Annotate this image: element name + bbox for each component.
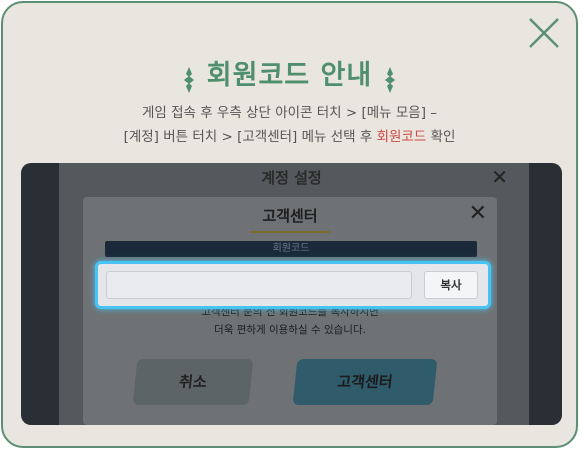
diamond-ornament-icon: [183, 66, 194, 93]
member-code-field: [106, 271, 412, 299]
close-icon: ✕: [491, 165, 508, 189]
instruction-line-2-suffix: 확인: [426, 129, 456, 145]
title-underline: [250, 231, 330, 233]
modal-title: 회원코드 안내: [206, 60, 373, 91]
member-code-box: 복사: [95, 261, 491, 309]
member-code-tag: 회원코드: [105, 241, 477, 257]
example-screenshot: 계정 설정 ✕ 고객센터 ✕ 회원코드 고객센터 문의 전 회원코드를 복사하시…: [21, 163, 562, 425]
customer-center-title: 고객센터: [262, 207, 318, 225]
diamond-ornament-icon: [385, 66, 396, 93]
instruction-line-1: 게임 접속 후 우측 상단 아이콘 터치 > [메뉴 모음] –: [141, 105, 438, 121]
hint-line-2: 더욱 편하게 이용하실 수 있습니다.: [214, 324, 366, 336]
close-icon[interactable]: [526, 15, 562, 51]
customer-center-button: 고객센터: [292, 359, 438, 405]
instruction-text: 게임 접속 후 우측 상단 아이콘 터치 > [메뉴 모음] – [계정] 버튼…: [3, 101, 576, 149]
instruction-line-2-prefix: [계정] 버튼 터치 > [고객센터] 메뉴 선택 후: [123, 129, 377, 145]
title-row: 회원코드 안내: [3, 53, 576, 93]
copy-button: 복사: [424, 271, 478, 299]
instruction-line-2: [계정] 버튼 터치 > [고객센터] 메뉴 선택 후 회원코드 확인: [3, 125, 576, 149]
close-icon: ✕: [468, 201, 487, 226]
cancel-button: 취소: [132, 359, 254, 405]
member-code-highlight: 회원코드: [376, 129, 427, 145]
account-settings-title: 계정 설정: [261, 169, 322, 187]
member-code-guide-modal: 회원코드 안내 게임 접속 후 우측 상단 아이콘 터치 > [메뉴 모음] –…: [1, 1, 578, 448]
customer-center-dialog: 고객센터 ✕ 회원코드 고객센터 문의 전 회원코드를 복사하시면 더욱 편하게…: [83, 197, 497, 425]
